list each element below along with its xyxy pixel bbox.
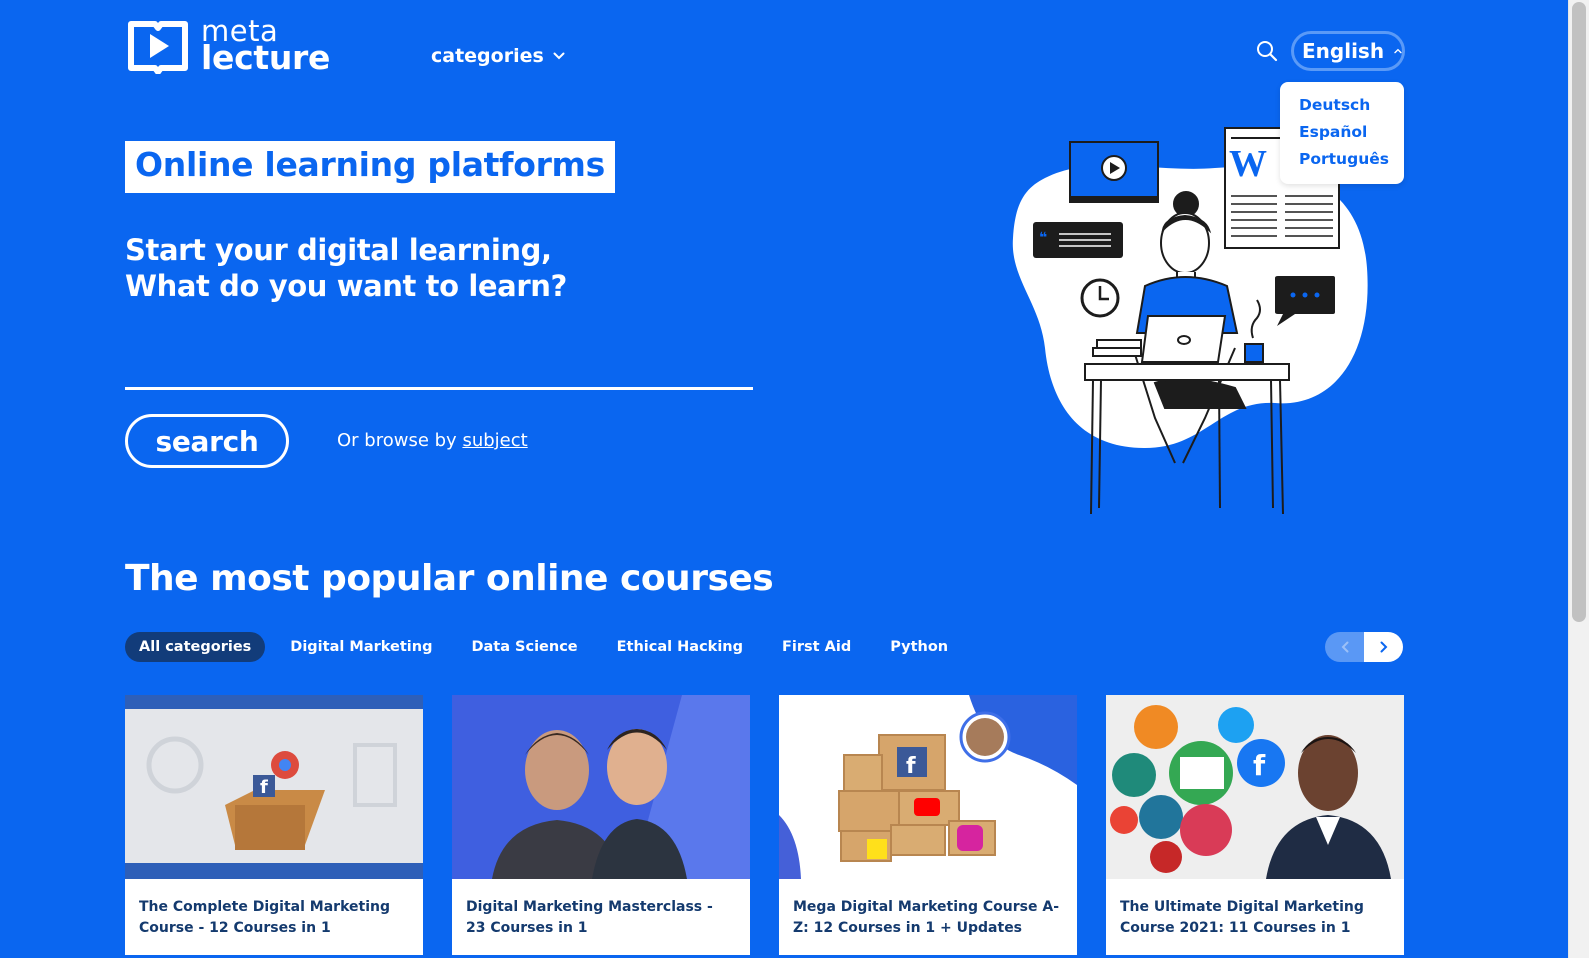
course-thumbnail: f bbox=[779, 695, 1077, 879]
chevron-up-icon bbox=[1394, 48, 1402, 54]
carousel-next-button[interactable] bbox=[1364, 632, 1403, 662]
site-logo[interactable]: meta lecture bbox=[128, 17, 331, 78]
category-filter-bar: All categories Digital Marketing Data Sc… bbox=[125, 632, 973, 662]
categories-label: categories bbox=[431, 45, 544, 67]
course-card[interactable]: f The Complete Digital Marketing Course … bbox=[125, 695, 423, 955]
course-title: Mega Digital Marketing Course A-Z: 12 Co… bbox=[793, 899, 1059, 936]
logo-text-lecture: lecture bbox=[201, 38, 331, 78]
language-option-portugues[interactable]: Português bbox=[1299, 149, 1404, 176]
language-option-espanol[interactable]: Español bbox=[1299, 122, 1404, 149]
browse-by-subject: Or browse by subject bbox=[337, 430, 528, 451]
search-button[interactable]: search bbox=[125, 414, 289, 468]
browse-prefix: Or browse by bbox=[337, 430, 463, 451]
page-scrollbar[interactable] bbox=[1568, 0, 1589, 958]
language-option-deutsch[interactable]: Deutsch bbox=[1299, 95, 1404, 122]
laptop bbox=[1140, 315, 1227, 363]
language-dropdown: Deutsch Español Português bbox=[1280, 82, 1404, 184]
popular-courses-title: The most popular online courses bbox=[125, 558, 774, 599]
scrollbar-thumb[interactable] bbox=[1572, 2, 1586, 622]
hero-subtitle: Start your digital learning, What do you… bbox=[125, 232, 567, 304]
hero-tagline: Online learning platforms bbox=[125, 141, 615, 193]
category-chip-python[interactable]: Python bbox=[876, 632, 962, 662]
course-card[interactable]: f Mega Digital Marketing Course A-Z: 12 … bbox=[779, 695, 1077, 955]
category-chip-ethical-hacking[interactable]: Ethical Hacking bbox=[603, 632, 757, 662]
hero-subtitle-line-1: Start your digital learning, bbox=[125, 233, 552, 267]
course-title: Digital Marketing Masterclass - 23 Cours… bbox=[466, 899, 713, 936]
svg-text:f: f bbox=[1253, 749, 1266, 782]
carousel-prev-button[interactable] bbox=[1325, 632, 1364, 662]
language-selector[interactable]: English bbox=[1291, 31, 1405, 71]
category-chip-first-aid[interactable]: First Aid bbox=[768, 632, 865, 662]
category-chip-digital-marketing[interactable]: Digital Marketing bbox=[276, 632, 446, 662]
course-card[interactable]: f The Ultimate Digital Marketing Course … bbox=[1106, 695, 1404, 955]
course-thumbnail: f bbox=[1106, 695, 1404, 879]
course-card[interactable]: Digital Marketing Masterclass - 23 Cours… bbox=[452, 695, 750, 955]
language-current: English bbox=[1302, 39, 1385, 63]
svg-text:f: f bbox=[260, 777, 268, 798]
chevron-down-icon bbox=[553, 52, 565, 60]
course-card-list: f The Complete Digital Marketing Course … bbox=[125, 695, 1433, 955]
course-thumbnail: f bbox=[125, 695, 423, 879]
chevron-right-icon bbox=[1380, 641, 1387, 653]
svg-text:f: f bbox=[906, 754, 916, 779]
carousel-pager bbox=[1325, 632, 1403, 662]
svg-text:❝: ❝ bbox=[1039, 230, 1047, 246]
logo-play-book-icon bbox=[128, 21, 188, 74]
course-thumbnail bbox=[452, 695, 750, 879]
category-chip-data-science[interactable]: Data Science bbox=[457, 632, 591, 662]
hero-subtitle-line-2: What do you want to learn? bbox=[125, 269, 567, 303]
subject-link[interactable]: subject bbox=[462, 430, 527, 451]
svg-text:W: W bbox=[1229, 143, 1267, 185]
search-icon[interactable] bbox=[1255, 39, 1279, 63]
course-title: The Ultimate Digital Marketing Course 20… bbox=[1120, 899, 1364, 936]
course-search-input[interactable] bbox=[125, 340, 753, 390]
course-title: The Complete Digital Marketing Course - … bbox=[139, 899, 390, 936]
category-chip-all[interactable]: All categories bbox=[125, 632, 266, 662]
chevron-left-icon bbox=[1341, 641, 1348, 653]
categories-menu[interactable]: categories bbox=[431, 45, 565, 67]
